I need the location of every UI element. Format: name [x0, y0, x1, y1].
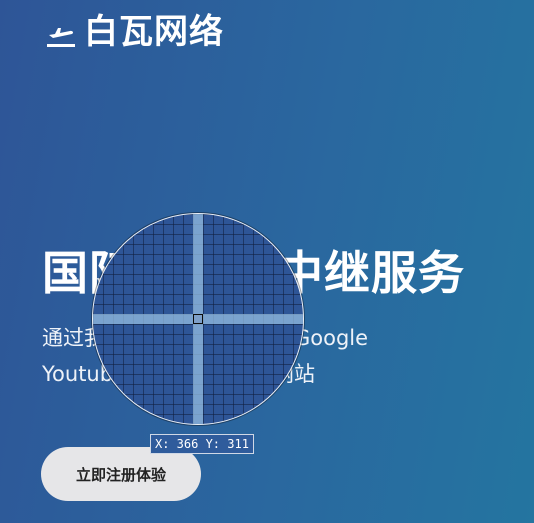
magnifier-center-pixel	[193, 314, 203, 324]
airplane-takeoff-icon	[47, 28, 75, 47]
logo[interactable]: 白瓦网络	[44, 12, 224, 52]
brand-name: 白瓦网络	[84, 12, 224, 52]
color-picker-magnifier	[92, 213, 304, 425]
register-button[interactable]: 立即注册体验	[41, 447, 201, 501]
cursor-coordinate-label: X: 366 Y: 311	[150, 434, 254, 454]
